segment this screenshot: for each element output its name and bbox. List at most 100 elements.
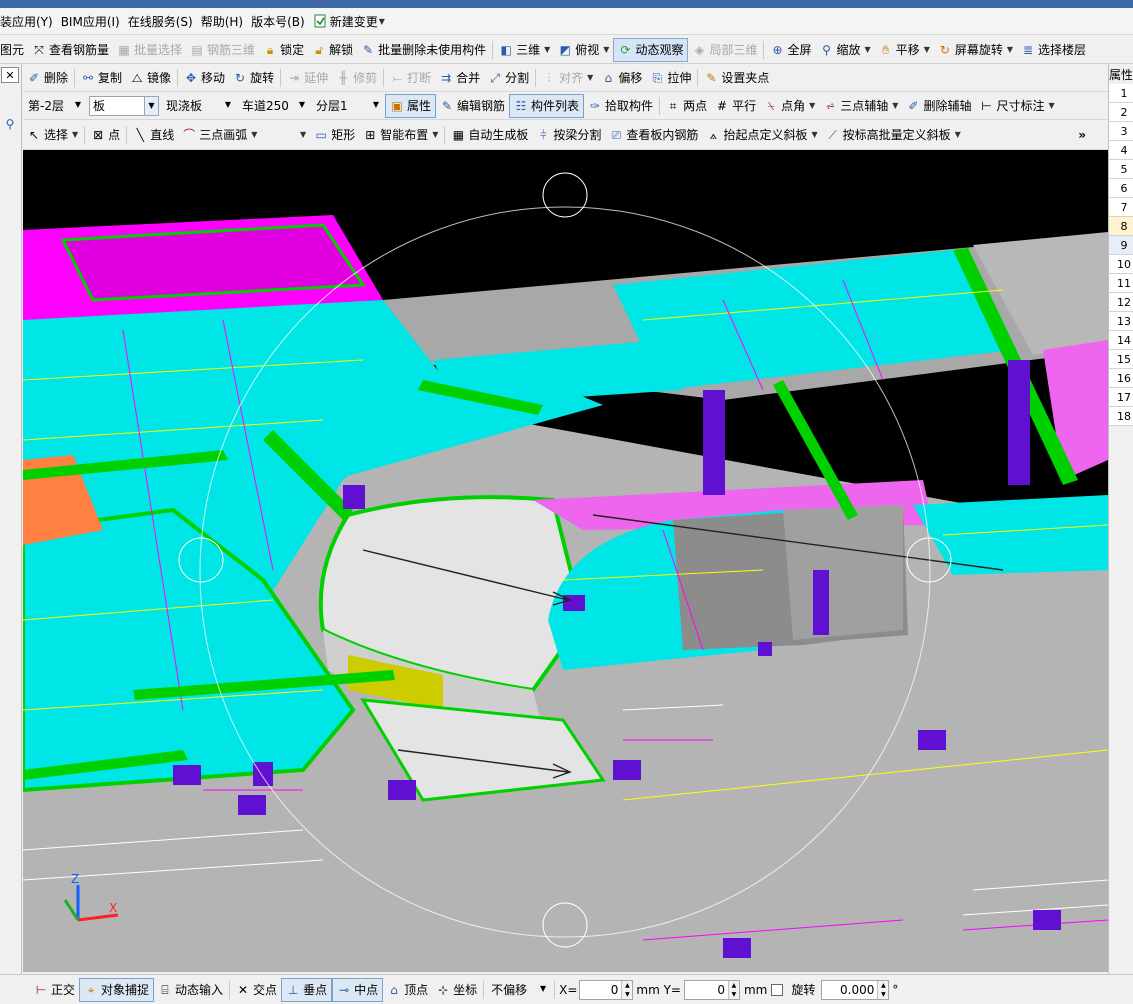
more-tools-button[interactable]: »: [1074, 123, 1090, 147]
property-row[interactable]: 15: [1109, 350, 1133, 369]
lock-button[interactable]: 🔒︎ 锁定: [259, 38, 308, 62]
batch-delete-button[interactable]: ✎ 批量删除未使用构件: [357, 38, 490, 62]
point-angle-button[interactable]: ⍀ 点角 ▼: [760, 94, 819, 118]
three-point-axis-button[interactable]: ⩫ 三点辅轴 ▼: [819, 94, 902, 118]
delete-axis-button[interactable]: ✐ 删除辅轴: [902, 94, 975, 118]
parallel-axis-button[interactable]: # 平行: [711, 94, 760, 118]
dimension-button[interactable]: ⊢ 尺寸标注 ▼: [975, 94, 1058, 118]
property-row[interactable]: 18: [1109, 407, 1133, 426]
property-row[interactable]: 7: [1109, 198, 1133, 217]
batch-select-button[interactable]: ▦ 批量选择: [113, 38, 186, 62]
search-icon[interactable]: ⚲: [1, 116, 19, 132]
properties-button[interactable]: ▣ 属性: [385, 93, 437, 118]
property-row[interactable]: 10: [1109, 255, 1133, 274]
select-floor-button[interactable]: ≣ 选择楼层: [1017, 38, 1090, 62]
set-grip-button[interactable]: ✎ 设置夹点: [700, 66, 773, 90]
x-coordinate-input[interactable]: 0 ▲ ▼: [579, 979, 634, 1000]
close-icon[interactable]: ✕: [1, 67, 19, 83]
property-row[interactable]: 3: [1109, 122, 1133, 141]
menu-online[interactable]: 在线服务(S): [124, 8, 197, 34]
midpoint-snap[interactable]: ⊸ 中点: [332, 977, 384, 1002]
point-button[interactable]: ⊠ 点: [87, 123, 124, 147]
unlock-button[interactable]: 🔓︎ 解锁: [308, 38, 357, 62]
property-row[interactable]: 4: [1109, 141, 1133, 160]
property-row[interactable]: 11: [1109, 274, 1133, 293]
coordinate-snap[interactable]: ⊹ 坐标: [432, 978, 481, 1002]
local-3d-button[interactable]: ◈ 局部三维: [688, 38, 761, 62]
layer-select[interactable]: 分层1 ▼: [313, 96, 383, 116]
auto-gen-slab-button[interactable]: ▦ 自动生成板: [447, 123, 532, 147]
three-point-arc-button[interactable]: ⌒ 三点画弧 ▼ ▼: [178, 123, 310, 147]
menu-version[interactable]: 版本号(B): [247, 8, 309, 34]
property-row[interactable]: 14: [1109, 331, 1133, 350]
spin-arrows-icon[interactable]: ▲ ▼: [727, 980, 739, 999]
object-snap-toggle[interactable]: ⌖ 对象捕捉: [79, 977, 155, 1002]
pan-button[interactable]: ✋︎ 平移 ▼: [875, 38, 934, 62]
floor-select[interactable]: 第-2层 ▼: [25, 96, 85, 116]
line-button[interactable]: ╲ 直线: [129, 123, 178, 147]
intersection-snap[interactable]: ✕ 交点: [232, 978, 281, 1002]
menu-bim[interactable]: BIM应用(I): [57, 8, 124, 34]
lift-point-slope-button[interactable]: ⟑ 抬起点定义斜板 ▼: [702, 123, 821, 147]
3d-view-button[interactable]: ◧ 三维 ▼: [495, 38, 554, 62]
split-button[interactable]: ⤢ 分割: [484, 66, 533, 90]
property-row[interactable]: 5: [1109, 160, 1133, 179]
select-button[interactable]: ↖ 选择 ▼: [23, 123, 82, 147]
property-row[interactable]: 6: [1109, 179, 1133, 198]
mirror-button[interactable]: ⧍ 镜像: [126, 66, 175, 90]
top-view-button[interactable]: ◩ 俯视 ▼: [554, 38, 613, 62]
property-row[interactable]: 13: [1109, 312, 1133, 331]
property-row[interactable]: 2: [1109, 103, 1133, 122]
dynamic-observe-button[interactable]: ⟳ 动态观察: [613, 37, 689, 62]
fullscreen-button[interactable]: ⊕ 全屏: [766, 38, 815, 62]
screen-rotate-button[interactable]: ↻ 屏幕旋转 ▼: [934, 38, 1017, 62]
copy-button[interactable]: ⚯ 复制: [77, 66, 126, 90]
property-row-selected[interactable]: 8: [1109, 217, 1133, 236]
property-row[interactable]: 1: [1109, 84, 1133, 103]
3d-viewport[interactable]: Z X: [23, 150, 1108, 972]
property-row[interactable]: 17: [1109, 388, 1133, 407]
component-list-button[interactable]: ☷ 构件列表: [509, 93, 585, 118]
rotate-angle-input[interactable]: 0.000 ▲ ▼: [821, 979, 890, 1000]
two-point-axis-button[interactable]: ⌗ 两点: [662, 94, 711, 118]
delete-button[interactable]: ✐ 删除: [23, 66, 72, 90]
menu-help[interactable]: 帮助(H): [197, 8, 247, 34]
perpendicular-snap[interactable]: ⊥ 垂点: [281, 977, 333, 1002]
zoom-button[interactable]: ⚲ 缩放 ▼: [816, 38, 875, 62]
menu-app[interactable]: 装应用(Y): [0, 8, 57, 34]
dynamic-input-toggle[interactable]: ⌸ 动态输入: [154, 978, 227, 1002]
new-change-menu[interactable]: 新建变更 ▼: [309, 8, 389, 34]
edit-rebar-button[interactable]: ✎ 编辑钢筋: [436, 94, 509, 118]
split-by-beam-button[interactable]: ⫩ 按梁分割: [532, 123, 605, 147]
pick-component-button[interactable]: ✑ 拾取构件: [584, 94, 657, 118]
merge-button[interactable]: ⇉ 合并: [435, 66, 484, 90]
view-rebar-qty-button[interactable]: ⤧ 查看钢筋量: [28, 38, 113, 62]
rectangle-button[interactable]: ▭ 矩形: [310, 123, 359, 147]
rebar-3d-button[interactable]: ▤ 钢筋三维: [186, 38, 259, 62]
spin-arrows-icon[interactable]: ▲ ▼: [621, 980, 633, 999]
offset-button[interactable]: ⌂ 偏移: [597, 66, 646, 90]
property-row[interactable]: 16: [1109, 369, 1133, 388]
extend-button[interactable]: ⇥ 延伸: [283, 66, 332, 90]
trim-button[interactable]: ╫ 修剪: [332, 66, 381, 90]
subtype-select[interactable]: 现浇板 ▼: [163, 96, 235, 116]
component-type-select[interactable]: 板 ▼: [89, 95, 159, 116]
batch-slope-by-elevation-button[interactable]: ⟋ 按标高批量定义斜板 ▼: [822, 123, 965, 147]
stretch-button[interactable]: ⎘ 拉伸: [646, 66, 695, 90]
component-name-select[interactable]: 车道250 ▼: [239, 96, 309, 116]
spin-arrows-icon[interactable]: ▲ ▼: [877, 980, 889, 999]
y-coordinate-input[interactable]: 0 ▲ ▼: [683, 979, 740, 1000]
rotate-checkbox[interactable]: [771, 983, 784, 996]
element-button[interactable]: 图元: [0, 38, 28, 62]
break-button[interactable]: ⤚ 打断: [386, 66, 435, 90]
rotate-button[interactable]: ↻ 旋转: [229, 66, 278, 90]
move-button[interactable]: ✥ 移动: [180, 66, 229, 90]
smart-layout-button[interactable]: ⊞ 智能布置 ▼: [359, 123, 442, 147]
property-row[interactable]: 9: [1109, 236, 1133, 255]
vertex-snap[interactable]: ⌂ 顶点: [383, 978, 432, 1002]
property-row[interactable]: 12: [1109, 293, 1133, 312]
align-button[interactable]: ⫶ 对齐 ▼: [538, 66, 597, 90]
offset-mode-select[interactable]: 不偏移 ▼: [488, 980, 550, 1000]
view-slab-rebar-button[interactable]: ⎚ 查看板内钢筋: [605, 123, 702, 147]
ortho-toggle[interactable]: ⊢ 正交: [30, 978, 79, 1002]
